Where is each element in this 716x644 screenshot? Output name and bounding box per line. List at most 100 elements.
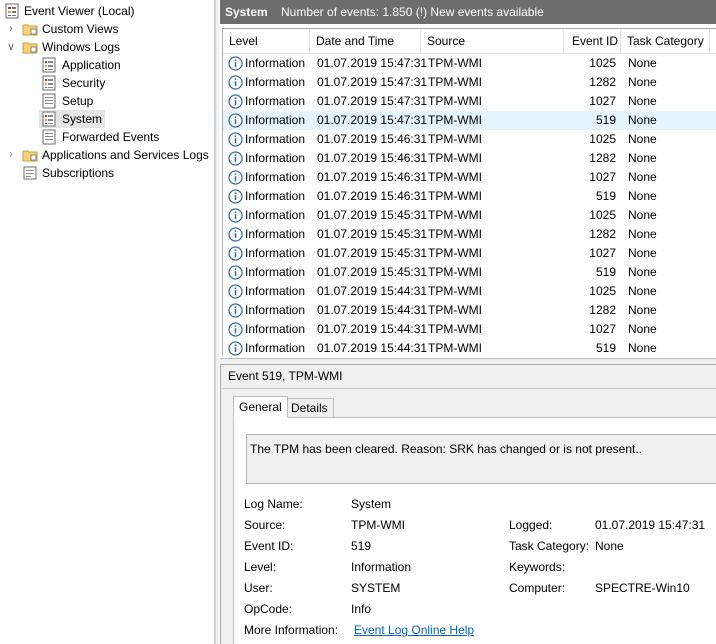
cell-event-id: 1027: [589, 322, 616, 336]
information-icon: [228, 284, 243, 299]
log-header-bar: System Number of events: 1.850 (!) New e…: [220, 0, 716, 24]
value-event-id: 519: [351, 539, 372, 553]
tree-item-security[interactable]: Security: [41, 74, 108, 92]
information-icon: [228, 341, 243, 356]
event-row[interactable]: Information 01.07.2019 15:44:31 TPM-WMI 519…: [223, 339, 716, 356]
event-log-online-help-link[interactable]: Event Log Online Help: [354, 623, 474, 637]
log-icon: [42, 111, 56, 127]
event-count: Number of events: 1.850 (!) New events a…: [281, 5, 544, 19]
cell-source: TPM-WMI: [428, 265, 482, 279]
event-details-pane: Event 519, TPM-WMI General Details The T…: [220, 364, 716, 644]
label-event-id: Event ID:: [244, 539, 294, 553]
log-icon: [42, 93, 56, 109]
log-icon: [42, 57, 56, 73]
label-user: User:: [244, 581, 273, 595]
cell-level: Information: [245, 265, 306, 279]
cell-task-category: None: [628, 208, 657, 222]
label-opcode: OpCode:: [244, 602, 293, 616]
cell-event-id: 519: [595, 189, 616, 203]
general-tab-panel: The TPM has been cleared. Reason: SRK ha…: [233, 417, 716, 644]
event-row[interactable]: Information 01.07.2019 15:44:31 TPM-WMI 128…: [223, 301, 716, 320]
event-row[interactable]: Information 01.07.2019 15:47:31 TPM-WMI 128…: [223, 73, 716, 92]
pane-splitter[interactable]: [215, 0, 219, 644]
tree-item-setup[interactable]: Setup: [41, 92, 96, 110]
cell-source: TPM-WMI: [428, 227, 482, 241]
event-row[interactable]: Information 01.07.2019 15:47:31 TPM-WMI 102…: [223, 92, 716, 111]
cell-task-category: None: [628, 265, 657, 279]
event-row[interactable]: Information 01.07.2019 15:46:31 TPM-WMI 102…: [223, 168, 716, 187]
column-header-source[interactable]: Source: [421, 29, 564, 54]
event-row[interactable]: Information 01.07.2019 15:46:31 TPM-WMI 128…: [223, 149, 716, 168]
tree-item-applications-and-services-logs[interactable]: Applications and Services Logs: [22, 146, 212, 164]
tab-details[interactable]: Details: [285, 398, 334, 418]
cell-task-category: None: [628, 132, 657, 146]
cell-source: TPM-WMI: [428, 341, 482, 355]
log-icon: [42, 129, 56, 145]
event-viewer-icon: [5, 3, 19, 19]
event-row[interactable]: Information 01.07.2019 15:46:31 TPM-WMI 519…: [223, 187, 716, 206]
tab-general[interactable]: General: [233, 396, 288, 418]
cell-level: Information: [245, 341, 306, 355]
column-header-event-id[interactable]: Event ID: [564, 29, 621, 54]
cell-level: Information: [245, 132, 306, 146]
tree-item-windows-logs[interactable]: Windows Logs: [22, 38, 123, 56]
cell-task-category: None: [628, 227, 657, 241]
folder-icon: [22, 24, 38, 36]
cell-task-category: None: [628, 170, 657, 184]
expand-chevron-right-icon[interactable]: ›: [6, 20, 16, 38]
cell-source: TPM-WMI: [428, 322, 482, 336]
cell-event-id: 1025: [589, 284, 616, 298]
tree-item-event-viewer-local[interactable]: Event Viewer (Local): [4, 2, 138, 20]
cell-source: TPM-WMI: [428, 113, 482, 127]
information-icon: [228, 322, 243, 337]
event-row[interactable]: Information 01.07.2019 15:47:31 TPM-WMI 102…: [223, 54, 716, 73]
information-icon: [228, 113, 243, 128]
cell-date-and-time: 01.07.2019 15:44:31: [317, 303, 428, 317]
information-icon: [228, 265, 243, 280]
cell-task-category: None: [628, 189, 657, 203]
event-row[interactable]: Information 01.07.2019 15:45:31 TPM-WMI 102…: [223, 244, 716, 263]
cell-date-and-time: 01.07.2019 15:46:31: [317, 151, 428, 165]
cell-source: TPM-WMI: [428, 132, 482, 146]
cell-source: TPM-WMI: [428, 208, 482, 222]
cell-date-and-time: 01.07.2019 15:46:31: [317, 170, 428, 184]
cell-date-and-time: 01.07.2019 15:47:31: [317, 56, 428, 70]
tree-label: Windows Logs: [42, 40, 121, 54]
event-row[interactable]: Information 01.07.2019 15:45:31 TPM-WMI 102…: [223, 206, 716, 225]
tree-item-subscriptions[interactable]: Subscriptions: [22, 164, 117, 182]
cell-source: TPM-WMI: [428, 284, 482, 298]
value-user: SYSTEM: [351, 581, 401, 595]
event-details-title: Event 519, TPM-WMI: [228, 369, 343, 383]
information-icon: [228, 246, 243, 261]
log-icon: [42, 75, 56, 91]
event-row[interactable]: Information 01.07.2019 15:47:31 TPM-WMI 519…: [223, 111, 716, 130]
tree-item-system[interactable]: System: [39, 110, 106, 128]
label-log-name: Log Name:: [244, 497, 303, 511]
tree-label: Event Viewer (Local): [24, 4, 135, 18]
event-row[interactable]: Information 01.07.2019 15:46:31 TPM-WMI 102…: [223, 130, 716, 149]
event-description[interactable]: The TPM has been cleared. Reason: SRK ha…: [246, 434, 716, 484]
event-row[interactable]: Information 01.07.2019 15:44:31 TPM-WMI 102…: [223, 282, 716, 301]
tree-item-custom-views[interactable]: Custom Views: [22, 20, 121, 38]
cell-date-and-time: 01.07.2019 15:46:31: [317, 189, 428, 203]
cell-event-id: 1027: [589, 94, 616, 108]
expand-chevron-right-icon[interactable]: ›: [6, 146, 16, 164]
information-icon: [228, 56, 243, 71]
event-row[interactable]: Information 01.07.2019 15:45:31 TPM-WMI 519…: [223, 263, 716, 282]
column-header-task-category[interactable]: Task Category: [621, 29, 710, 54]
column-header-level[interactable]: Level: [223, 29, 310, 54]
subscriptions-icon: [23, 166, 37, 180]
cell-event-id: 1025: [589, 132, 616, 146]
cell-level: Information: [245, 56, 306, 70]
collapse-chevron-down-icon[interactable]: ∨: [6, 38, 16, 56]
tree-item-application[interactable]: Application: [41, 56, 124, 74]
cell-event-id: 1282: [589, 303, 616, 317]
event-row[interactable]: Information 01.07.2019 15:44:31 TPM-WMI 102…: [223, 320, 716, 339]
column-header-date-and-time[interactable]: Date and Time: [310, 29, 421, 54]
cell-source: TPM-WMI: [428, 303, 482, 317]
information-icon: [228, 170, 243, 185]
event-row[interactable]: Information 01.07.2019 15:45:31 TPM-WMI 128…: [223, 225, 716, 244]
cell-date-and-time: 01.07.2019 15:47:31: [317, 75, 428, 89]
tree-item-forwarded-events[interactable]: Forwarded Events: [41, 128, 162, 146]
cell-date-and-time: 01.07.2019 15:44:31: [317, 284, 428, 298]
